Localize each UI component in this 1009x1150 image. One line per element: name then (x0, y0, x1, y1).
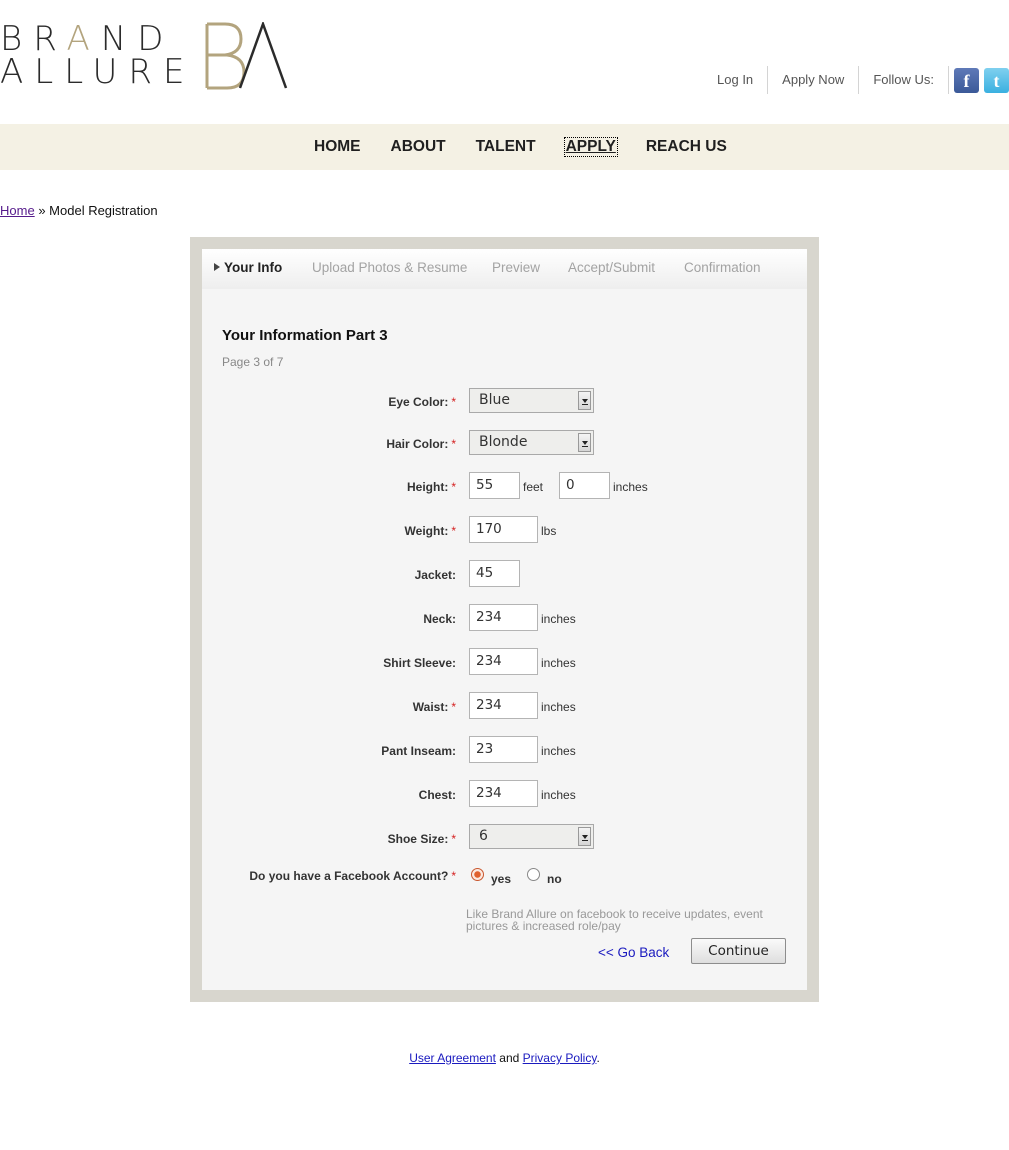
hair-color-row: Hair Color: * Blonde (202, 430, 807, 458)
height-inches-input[interactable]: 0 (559, 472, 610, 499)
breadcrumb-separator: » (38, 203, 46, 218)
waist-unit: inches (541, 700, 576, 714)
neck-input[interactable]: 234 (469, 604, 538, 631)
required-marker: * (451, 395, 456, 409)
logo-line2: ALLURE (0, 52, 196, 92)
facebook-no-label[interactable]: no (547, 872, 562, 886)
step-upload[interactable]: Upload Photos & Resume (312, 249, 467, 289)
footer: User Agreement and Privacy Policy. (0, 1051, 1009, 1065)
chest-unit: inches (541, 788, 576, 802)
shoe-size-label: Shoe Size: (387, 832, 449, 846)
nav-apply[interactable]: APPLY (563, 137, 618, 157)
height-label: Height: (407, 480, 449, 494)
breadcrumb: Home » Model Registration (0, 203, 158, 218)
nav-about[interactable]: ABOUT (381, 138, 456, 156)
shoe-size-select[interactable]: 6 (469, 824, 594, 849)
height-inches-unit: inches (613, 480, 648, 494)
nav-reach-us[interactable]: REACH US (636, 138, 737, 156)
follow-us-label: Follow Us: (859, 66, 949, 94)
shirt-sleeve-row: Shirt Sleeve: 234 inches (202, 648, 807, 676)
waist-label: Waist: (412, 700, 449, 714)
main-nav: HOME ABOUT TALENT APPLY REACH US (0, 124, 1009, 170)
nav-home[interactable]: HOME (304, 138, 371, 156)
chest-input[interactable]: 234 (469, 780, 538, 807)
hair-color-label: Hair Color: (386, 437, 449, 451)
pant-inseam-unit: inches (541, 744, 576, 758)
facebook-yes-label[interactable]: yes (491, 872, 511, 886)
logo-ba-mark (205, 22, 288, 90)
waist-input[interactable]: 234 (469, 692, 538, 719)
go-back-link[interactable]: << Go Back (598, 945, 669, 960)
user-agreement-link[interactable]: User Agreement (409, 1051, 496, 1065)
step-current-arrow-icon (214, 263, 220, 272)
nav-talent[interactable]: TALENT (466, 138, 546, 156)
shirt-sleeve-input[interactable]: 234 (469, 648, 538, 675)
shoe-size-row: Shoe Size: * 6 (202, 824, 807, 852)
required-marker: * (451, 700, 456, 714)
brand-logo[interactable]: BRAND ALLURE (0, 22, 290, 92)
step-your-info[interactable]: Your Info (214, 249, 282, 289)
jacket-row: Jacket: 45 (202, 560, 807, 588)
neck-unit: inches (541, 612, 576, 626)
breadcrumb-current: Model Registration (49, 203, 158, 218)
pant-inseam-input[interactable]: 23 (469, 736, 538, 763)
eye-color-select[interactable]: Blue (469, 388, 594, 413)
top-links: Log In Apply Now Follow Us: f t (703, 66, 1009, 94)
login-link[interactable]: Log In (703, 66, 769, 94)
step-preview[interactable]: Preview (492, 249, 540, 289)
continue-button[interactable]: Continue (691, 938, 786, 964)
waist-row: Waist: * 234 inches (202, 692, 807, 720)
shirt-sleeve-label: Shirt Sleeve: (383, 656, 456, 670)
pant-inseam-label: Pant Inseam: (381, 744, 456, 758)
chest-row: Chest: 234 inches (202, 780, 807, 808)
facebook-question-label: Do you have a Facebook Account? (249, 869, 449, 883)
weight-unit: lbs (541, 524, 557, 538)
breadcrumb-home-link[interactable]: Home (0, 203, 35, 218)
footer-and: and (499, 1051, 520, 1065)
facebook-hint: Like Brand Allure on facebook to receive… (466, 907, 763, 933)
pant-inseam-row: Pant Inseam: 23 inches (202, 736, 807, 764)
step-accept[interactable]: Accept/Submit (568, 249, 655, 289)
required-marker: * (451, 524, 456, 538)
registration-panel: Your Info Upload Photos & Resume Preview… (190, 237, 819, 1002)
jacket-input[interactable]: 45 (469, 560, 520, 587)
shirt-sleeve-unit: inches (541, 656, 576, 670)
footer-period: . (596, 1051, 600, 1065)
neck-label: Neck: (423, 612, 456, 626)
form-title: Your Information Part 3 (222, 327, 388, 344)
required-marker: * (451, 832, 456, 846)
facebook-no-radio[interactable] (527, 868, 540, 881)
eye-color-label: Eye Color: (388, 395, 449, 409)
chest-label: Chest: (418, 788, 456, 802)
facebook-icon[interactable]: f (954, 67, 979, 93)
form-page-indicator: Page 3 of 7 (222, 355, 284, 369)
step-confirmation[interactable]: Confirmation (684, 249, 761, 289)
required-marker: * (451, 869, 456, 883)
privacy-policy-link[interactable]: Privacy Policy (523, 1051, 597, 1065)
facebook-yes-radio[interactable] (471, 868, 484, 881)
weight-row: Weight: * 170 lbs (202, 516, 807, 544)
dropdown-arrow-icon (578, 433, 591, 452)
weight-input[interactable]: 170 (469, 516, 538, 543)
height-feet-unit: feet (523, 480, 544, 494)
step-tabs: Your Info Upload Photos & Resume Preview… (202, 249, 807, 289)
weight-label: Weight: (404, 524, 449, 538)
eye-color-row: Eye Color: * Blue (202, 388, 807, 416)
facebook-row: Do you have a Facebook Account? * yes no (202, 866, 807, 894)
height-feet-input[interactable]: 55 (469, 472, 520, 499)
height-row: Height: * 55 feet 0 inches (202, 472, 807, 500)
neck-row: Neck: 234 inches (202, 604, 807, 632)
required-marker: * (451, 480, 456, 494)
registration-form: Your Info Upload Photos & Resume Preview… (202, 249, 807, 990)
jacket-label: Jacket: (414, 568, 456, 582)
twitter-icon[interactable]: t (984, 67, 1009, 93)
dropdown-arrow-icon (578, 827, 591, 846)
apply-now-link[interactable]: Apply Now (768, 66, 860, 94)
hair-color-select[interactable]: Blonde (469, 430, 594, 455)
required-marker: * (451, 437, 456, 451)
header: BRAND ALLURE Log In Apply Now Follow Us:… (0, 0, 1009, 124)
dropdown-arrow-icon (578, 391, 591, 410)
